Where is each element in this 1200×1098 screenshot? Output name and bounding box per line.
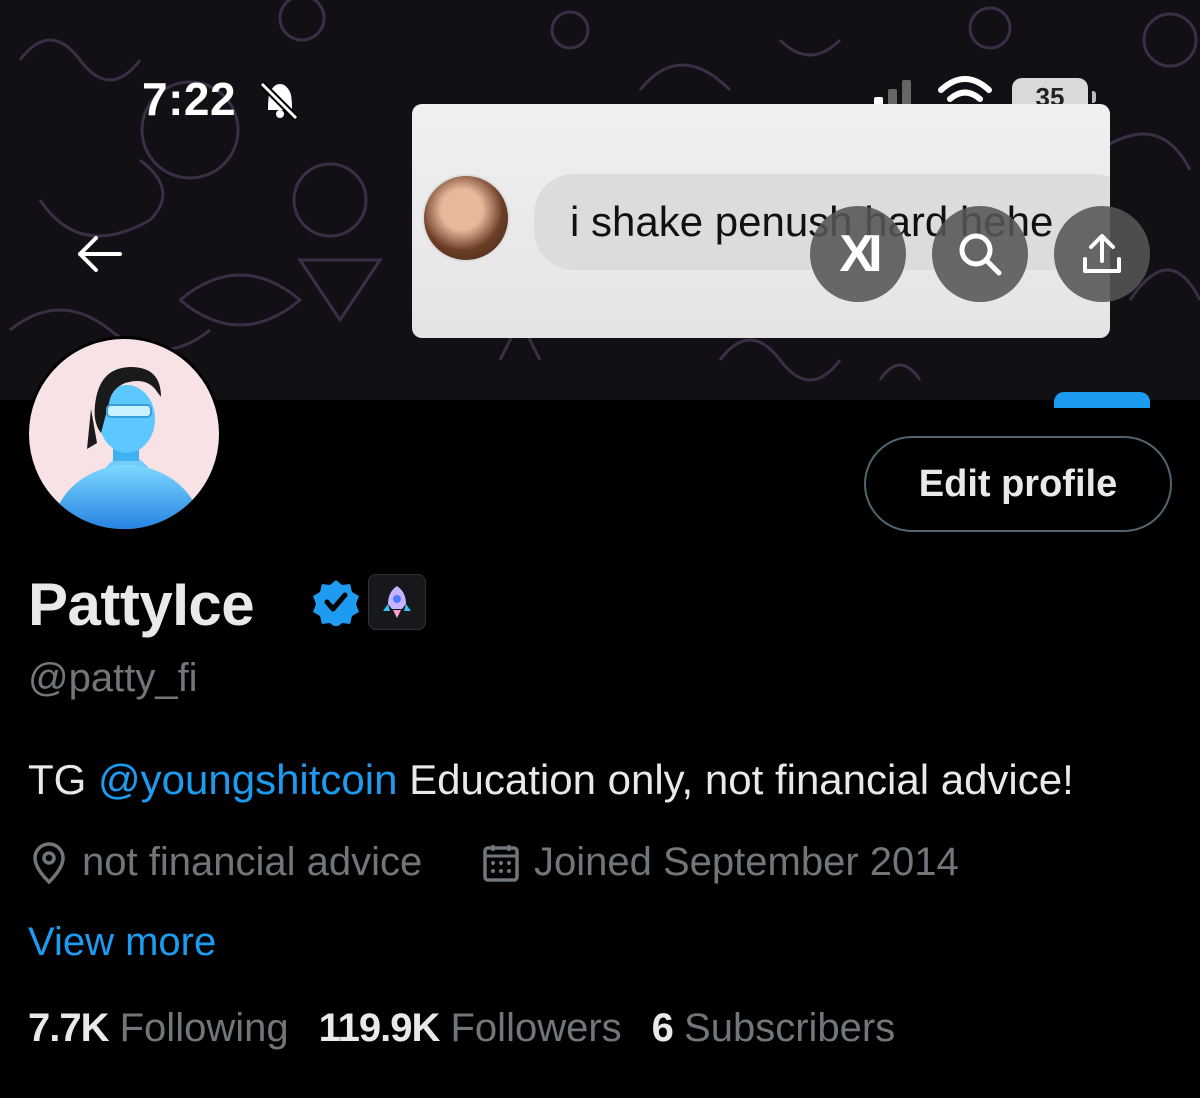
profile-bio: TG @youngshitcoin Education only, not fi…: [28, 756, 1074, 804]
stat-label: Following: [119, 1006, 289, 1050]
status-bar-time: 7:22: [142, 73, 237, 125]
affiliate-badge[interactable]: [368, 574, 426, 630]
joined-text: Joined September 2014: [534, 840, 959, 884]
share-upload-icon: [1083, 234, 1121, 273]
search-button[interactable]: [932, 206, 1028, 302]
bio-suffix: Education only, not financial advice!: [397, 756, 1074, 803]
stat-label: Followers: [450, 1006, 622, 1050]
grok-icon: XI: [839, 225, 882, 283]
rocket-icon: [383, 586, 411, 618]
profile-stats: 7.7K Following 119.9K Followers 6 Subscr…: [28, 1006, 925, 1051]
avatar[interactable]: [26, 336, 222, 532]
stat-label: Subscribers: [684, 1006, 896, 1050]
stat-value: 7.7K: [28, 1006, 109, 1050]
search-icon: [959, 233, 1002, 276]
follow-indicator-edge: [1054, 392, 1150, 408]
profile-location: not financial advice: [30, 840, 422, 885]
profile-joined-date: Joined September 2014: [482, 840, 959, 885]
bell-off-icon: [259, 81, 299, 120]
following-stat[interactable]: 7.7K Following: [28, 1006, 289, 1051]
avatar-illustration: [50, 367, 204, 529]
bio-prefix: TG: [28, 756, 98, 803]
edit-profile-button[interactable]: Edit profile: [864, 436, 1172, 532]
display-name: PattyIce: [28, 571, 255, 638]
grok-button[interactable]: XI: [810, 206, 906, 302]
verified-badge-icon: [313, 580, 359, 626]
view-more-link[interactable]: View more: [28, 920, 216, 965]
stat-value: 6: [651, 1006, 674, 1050]
message-sender-avatar: [422, 174, 510, 262]
location-pin-icon: [33, 841, 65, 884]
bio-mention-link[interactable]: @youngshitcoin: [98, 756, 397, 803]
subscribers-stat[interactable]: 6 Subscribers: [652, 1006, 896, 1051]
followers-stat[interactable]: 119.9K Followers: [319, 1006, 622, 1051]
share-button[interactable]: [1054, 206, 1150, 302]
back-arrow-icon[interactable]: [76, 234, 122, 274]
location-text: not financial advice: [82, 840, 423, 884]
stat-value: 119.9K: [318, 1006, 441, 1050]
profile-handle: @patty_fi: [28, 656, 198, 700]
calendar-icon: [483, 844, 519, 882]
